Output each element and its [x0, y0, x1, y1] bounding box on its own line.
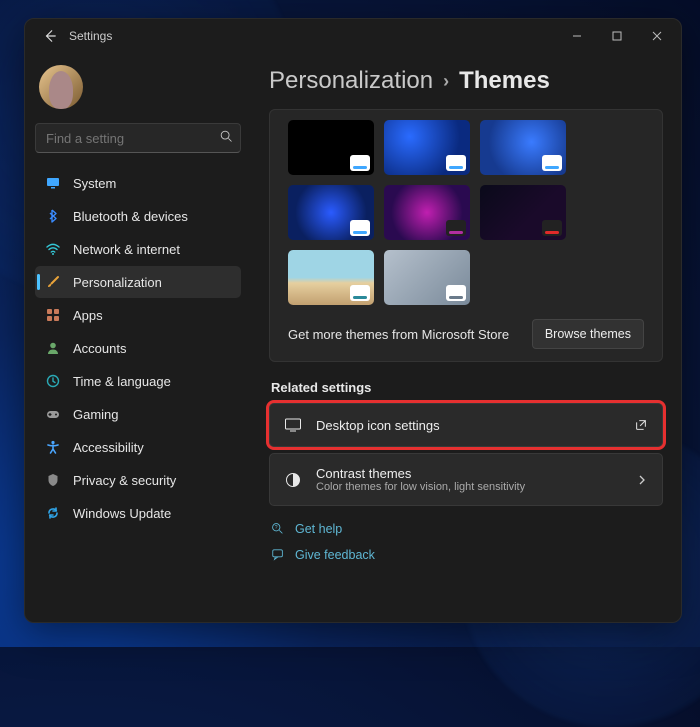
nav-item-time-language[interactable]: Time & language: [35, 365, 241, 397]
related-settings-heading: Related settings: [271, 380, 663, 395]
nav-item-personalization[interactable]: Personalization: [35, 266, 241, 298]
clock-icon: [45, 373, 61, 389]
sidebar: System Bluetooth & devices Network & inter…: [25, 53, 251, 622]
search-box[interactable]: [35, 123, 241, 153]
bluetooth-icon: [45, 208, 61, 224]
breadcrumb-parent[interactable]: Personalization: [269, 67, 433, 95]
nav-label: Accounts: [73, 341, 126, 356]
chevron-right-icon: [636, 474, 648, 486]
open-external-icon: [634, 418, 648, 432]
browse-themes-button[interactable]: Browse themes: [532, 319, 644, 349]
help-icon: ?: [271, 522, 285, 536]
nav-label: Network & internet: [73, 242, 180, 257]
breadcrumb: Personalization › Themes: [269, 67, 663, 95]
card-title: Contrast themes: [316, 466, 525, 481]
monitor-icon: [45, 175, 61, 191]
titlebar: Settings: [25, 19, 681, 53]
footer-links: ? Get help Give feedback: [269, 516, 663, 568]
nav-label: Windows Update: [73, 506, 171, 521]
settings-window: Settings System Bluetooth & devices Networ…: [24, 18, 682, 623]
nav-label: Time & language: [73, 374, 171, 389]
close-button[interactable]: [637, 21, 677, 51]
window-title: Settings: [69, 29, 112, 43]
nav-label: Accessibility: [73, 440, 144, 455]
themes-panel: Get more themes from Microsoft Store Bro…: [269, 109, 663, 362]
theme-thumbnail[interactable]: [384, 250, 470, 305]
gaming-icon: [45, 406, 61, 422]
chevron-right-icon: ›: [443, 71, 449, 92]
card-subtitle: Color themes for low vision, light sensi…: [316, 481, 525, 493]
nav-item-gaming[interactable]: Gaming: [35, 398, 241, 430]
breadcrumb-current: Themes: [459, 67, 550, 95]
nav-label: Gaming: [73, 407, 119, 422]
brush-icon: [45, 274, 61, 290]
nav-list: System Bluetooth & devices Network & inter…: [35, 167, 241, 529]
feedback-icon: [271, 548, 285, 562]
nav-item-apps[interactable]: Apps: [35, 299, 241, 331]
nav-item-windows-update[interactable]: Windows Update: [35, 497, 241, 529]
search-icon: [219, 129, 233, 143]
give-feedback-link[interactable]: Give feedback: [295, 548, 375, 562]
wifi-icon: [45, 241, 61, 257]
nav-item-privacy-security[interactable]: Privacy & security: [35, 464, 241, 496]
search-input[interactable]: [35, 123, 241, 153]
theme-thumbnail[interactable]: [288, 185, 374, 240]
store-text: Get more themes from Microsoft Store: [288, 327, 509, 342]
maximize-button[interactable]: [597, 21, 637, 51]
theme-thumbnail[interactable]: [288, 120, 374, 175]
get-help-link[interactable]: Get help: [295, 522, 342, 536]
accessibility-icon: [45, 439, 61, 455]
main-content: Personalization › Themes Get more themes…: [251, 53, 681, 622]
user-avatar[interactable]: [39, 65, 83, 109]
back-button[interactable]: [37, 23, 63, 49]
apps-icon: [45, 307, 61, 323]
theme-thumbnail[interactable]: [480, 185, 566, 240]
nav-item-accounts[interactable]: Accounts: [35, 332, 241, 364]
contrast-icon: [284, 471, 302, 489]
theme-thumbnail[interactable]: [384, 185, 470, 240]
desktop-icon: [284, 416, 302, 434]
nav-label: System: [73, 176, 116, 191]
shield-icon: [45, 472, 61, 488]
contrast-themes-card[interactable]: Contrast themes Color themes for low vis…: [269, 453, 663, 506]
theme-thumbnail[interactable]: [480, 120, 566, 175]
nav-item-system[interactable]: System: [35, 167, 241, 199]
card-title: Desktop icon settings: [316, 418, 440, 433]
nav-item-accessibility[interactable]: Accessibility: [35, 431, 241, 463]
nav-item-bluetooth-devices[interactable]: Bluetooth & devices: [35, 200, 241, 232]
desktop-icon-settings-card[interactable]: Desktop icon settings: [269, 403, 663, 447]
nav-label: Personalization: [73, 275, 162, 290]
update-icon: [45, 505, 61, 521]
svg-text:?: ?: [275, 525, 278, 531]
nav-label: Bluetooth & devices: [73, 209, 188, 224]
theme-thumbnail[interactable]: [384, 120, 470, 175]
nav-label: Apps: [73, 308, 103, 323]
person-icon: [45, 340, 61, 356]
nav-item-network-internet[interactable]: Network & internet: [35, 233, 241, 265]
theme-thumbnail[interactable]: [288, 250, 374, 305]
minimize-button[interactable]: [557, 21, 597, 51]
nav-label: Privacy & security: [73, 473, 176, 488]
theme-grid: [288, 120, 650, 305]
